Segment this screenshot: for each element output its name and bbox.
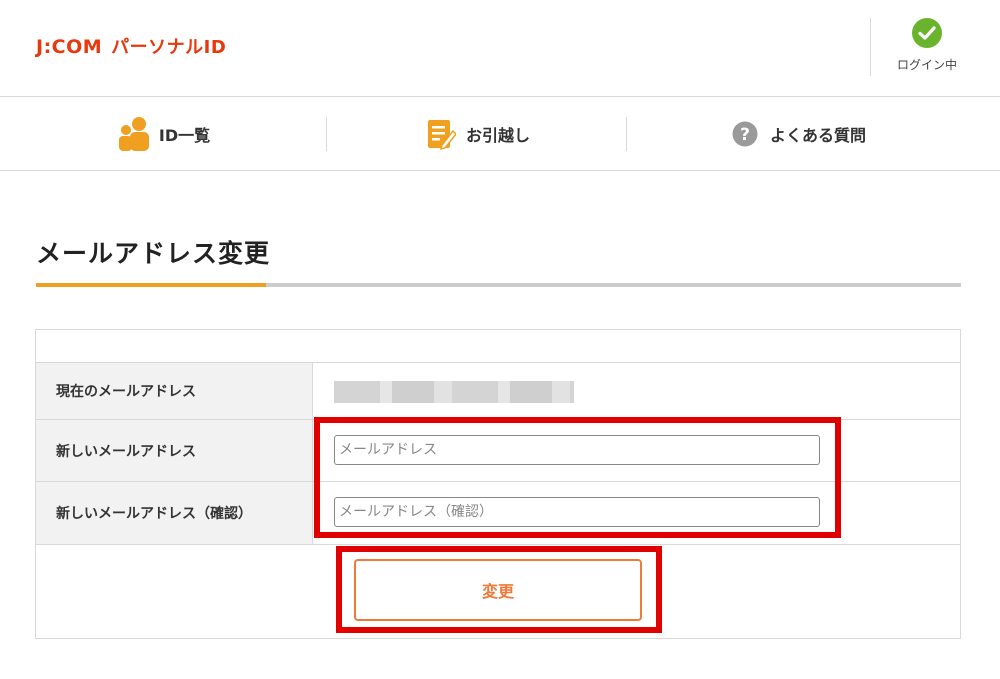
current-email-label: 現在のメールアドレス: [36, 363, 313, 419]
nav-item-label: お引越し: [465, 126, 530, 145]
nav-item-id-list[interactable]: ID一覧: [0, 97, 327, 171]
page-title: メールアドレス変更: [36, 239, 271, 268]
login-status: ログイン中: [880, 18, 974, 78]
nav-item-faq[interactable]: ? よくある質問: [627, 97, 967, 171]
check-circle-icon: [912, 18, 942, 48]
current-email-row: 現在のメールアドレス: [36, 362, 960, 419]
masked-current-email: [334, 381, 574, 403]
highlight-frame-inputs: [314, 417, 841, 538]
header: J:COM パーソナルID ログイン中: [0, 0, 1000, 97]
edit-note-icon: [424, 116, 458, 152]
logo-product: パーソナルID: [111, 37, 227, 58]
divider: [870, 18, 871, 76]
title-underline-accent: [36, 283, 266, 287]
users-icon: [117, 116, 151, 152]
jcom-logo[interactable]: J:COM パーソナルID: [36, 33, 226, 59]
nav-divider: [626, 117, 627, 151]
nav-item-label: よくある質問: [769, 126, 866, 145]
new-email-label: 新しいメールアドレス: [36, 420, 313, 481]
logo-brand: J:COM: [36, 36, 103, 58]
login-status-label: ログイン中: [896, 58, 957, 72]
nav-divider: [326, 117, 327, 151]
change-button[interactable]: 変更: [354, 559, 642, 621]
nav-item-label: ID一覧: [158, 126, 211, 145]
nav-item-moving[interactable]: お引越し: [327, 97, 627, 171]
svg-text:?: ?: [740, 125, 750, 145]
confirm-email-label: 新しいメールアドレス（確認）: [36, 482, 313, 544]
question-icon: ?: [728, 116, 762, 152]
main-nav: ID一覧 お引越し ? よくある質問: [0, 97, 1000, 171]
title-underline: [36, 283, 961, 287]
